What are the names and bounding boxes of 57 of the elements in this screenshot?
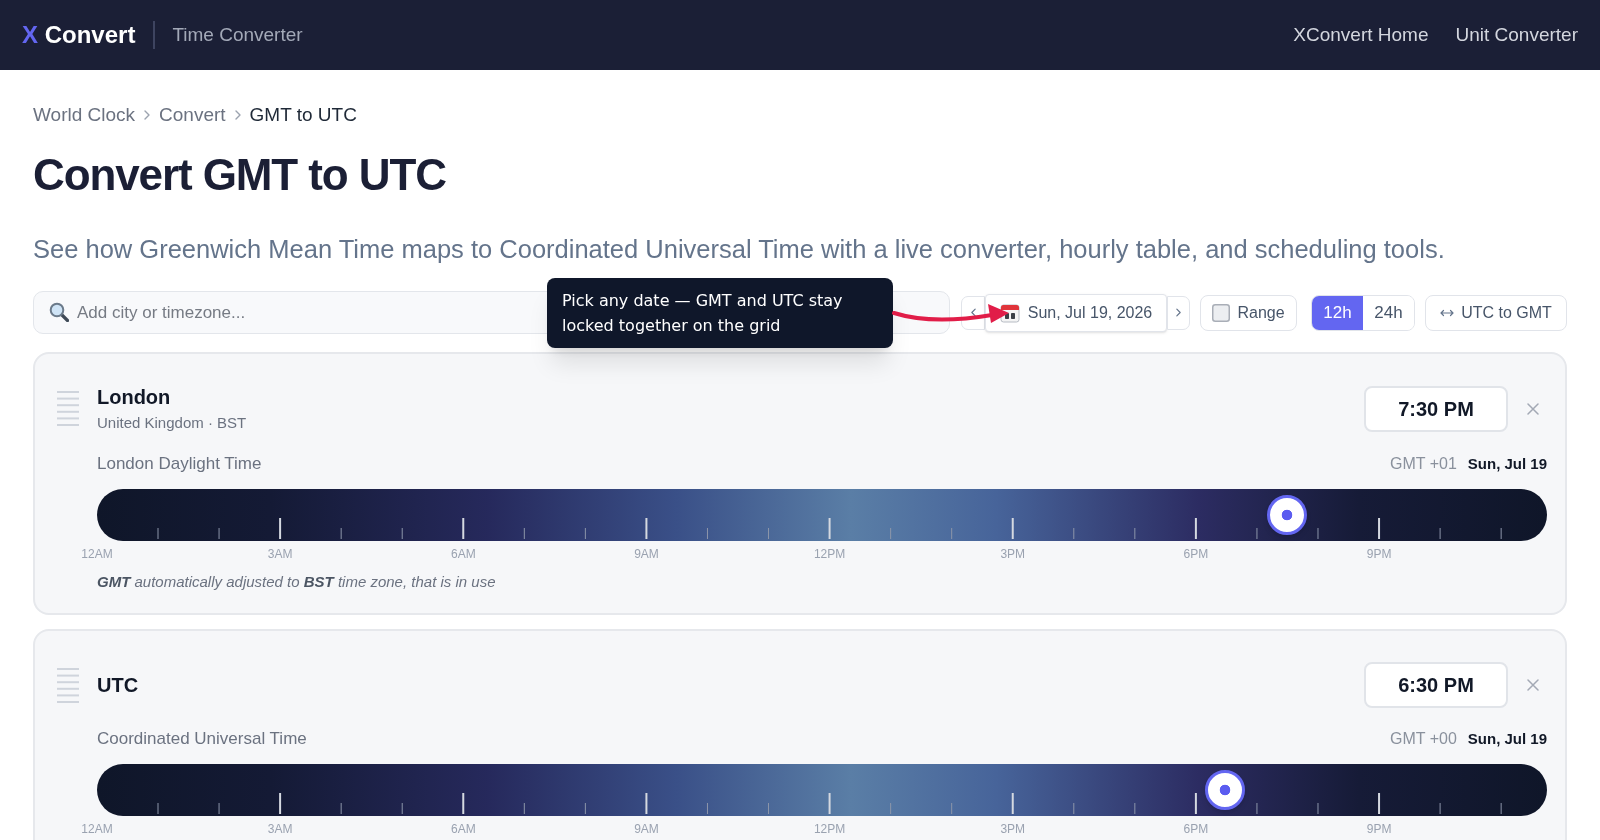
timeline-track[interactable] xyxy=(97,764,1547,816)
format-tab[interactable]: 12h xyxy=(1312,295,1363,330)
nav-link[interactable]: XConvert Home xyxy=(1293,20,1429,50)
hour-label: 9AM xyxy=(634,547,659,561)
breadcrumb-link[interactable]: World Clock xyxy=(33,100,136,130)
drag-handle-icon xyxy=(57,391,79,426)
utc-offset: GMT +01 xyxy=(1389,454,1457,474)
chevron-left-icon xyxy=(970,308,976,317)
page-subtitle: See how Greenwich Mean Time maps to Coordinated Universal Time with a live converter, hourly table, and scheduling tools. xyxy=(33,234,1446,265)
hour-label: 12AM xyxy=(81,822,113,836)
breadcrumb-current: GMT to UTC xyxy=(249,102,357,127)
left-right-arrow-icon xyxy=(1440,308,1455,317)
date-label: Sun, Jul 19 xyxy=(1467,454,1547,474)
timezone-name: London Daylight Time xyxy=(97,453,262,475)
hour-label: 3AM xyxy=(267,547,293,561)
hour-label: 9PM xyxy=(1366,822,1392,836)
nav-link[interactable]: Unit Converter xyxy=(1455,20,1578,50)
breadcrumb-link[interactable]: Convert xyxy=(159,100,226,130)
city-name: London xyxy=(97,385,172,409)
range-button[interactable]: Range xyxy=(1200,294,1297,331)
date-label: Sun, Jul 19 xyxy=(1467,729,1547,749)
chevron-right-icon xyxy=(234,110,241,120)
chevron-right-icon xyxy=(1176,308,1181,317)
city-region: United Kingdom · BST xyxy=(97,413,248,433)
time-field[interactable]: 6:30 PM xyxy=(1364,662,1508,708)
timezone-note: GMT automatically adjusted to BST time zone, that is in use xyxy=(97,572,497,592)
hour-label: 12PM xyxy=(813,822,846,836)
hour-label: 6AM xyxy=(450,547,476,561)
hour-label: 6AM xyxy=(450,822,476,836)
square-icon xyxy=(1212,303,1231,322)
hour-label: 3PM xyxy=(1000,547,1026,561)
logo-link[interactable]: X Convert xyxy=(22,23,136,47)
timezone-name: Coordinated Universal Time xyxy=(97,728,307,750)
page-title: Convert GMT to UTC xyxy=(33,149,447,201)
swap-button[interactable]: UTC to GMT xyxy=(1425,294,1567,331)
drag-handle-icon xyxy=(57,668,79,703)
tooltip: Pick any date — GMT and UTC stay locked together on the grid xyxy=(547,278,893,348)
hour-label: 9PM xyxy=(1366,547,1392,561)
magnifier-icon xyxy=(49,302,69,322)
hour-label: 6PM xyxy=(1183,547,1209,561)
hour-label: 9AM xyxy=(634,822,659,836)
chevron-right-icon xyxy=(144,110,151,120)
close-icon xyxy=(1527,679,1539,691)
section-title: Time Converter xyxy=(172,22,303,47)
hour-label: 12PM xyxy=(813,547,846,561)
hour-label: 3PM xyxy=(1000,822,1026,836)
hour-label: 12AM xyxy=(81,547,113,561)
close-icon xyxy=(1527,403,1539,415)
hour-label: 3AM xyxy=(267,822,293,836)
timeline-track[interactable] xyxy=(97,489,1547,541)
time-field[interactable]: 7:30 PM xyxy=(1364,386,1508,432)
hour-label: 6PM xyxy=(1183,822,1209,836)
date-picker-button[interactable]: Sun, Jul 19, 2026 xyxy=(985,293,1167,332)
city-name: UTC xyxy=(97,673,140,697)
slider-thumb[interactable] xyxy=(1267,495,1308,535)
slider-thumb[interactable] xyxy=(1205,770,1246,810)
utc-offset: GMT +00 xyxy=(1389,729,1457,749)
